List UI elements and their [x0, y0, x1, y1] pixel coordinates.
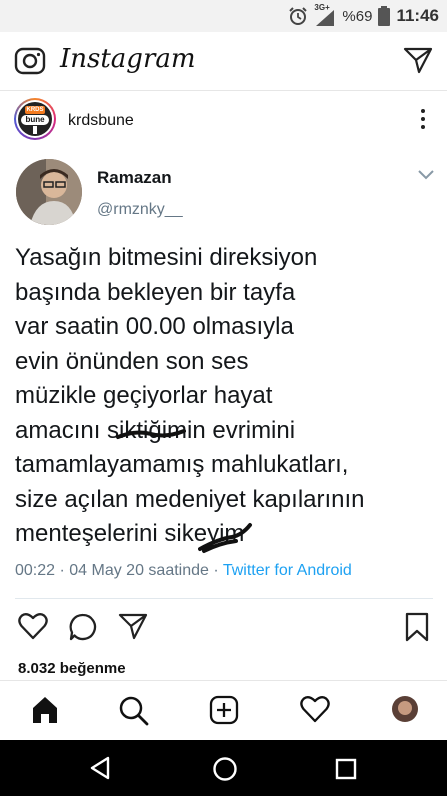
chevron-down-icon — [418, 170, 434, 180]
battery-percent: %69 — [342, 7, 373, 25]
bookmark-icon[interactable] — [404, 612, 430, 642]
account-avatar[interactable]: KRDS bune — [14, 98, 56, 140]
bottom-navigation — [0, 680, 447, 739]
direct-message-icon[interactable] — [403, 46, 433, 74]
home-icon[interactable] — [30, 695, 60, 725]
camera-icon[interactable] — [14, 46, 46, 76]
tweet-divider — [15, 598, 433, 599]
share-icon[interactable] — [118, 612, 148, 640]
post-actions — [0, 612, 447, 652]
add-post-icon[interactable] — [209, 695, 239, 725]
recents-icon[interactable] — [335, 758, 357, 780]
avatar-badge: KRDS — [25, 106, 45, 114]
tweet-author-handle: @rmznky__ — [97, 201, 183, 218]
tweet-line: var saatin 00.00 olmasıyla — [15, 313, 294, 340]
tweet-line: tamamlayamamış mahlukatları, — [15, 451, 349, 478]
tweet-text: Yasağın bitmesini direksiyon başında bek… — [15, 241, 430, 552]
app-logo: Instagram — [60, 44, 196, 74]
tweet-source: Twitter for Android — [222, 562, 352, 579]
avatar-label: bune — [21, 115, 49, 125]
scribble-censor-1 — [116, 429, 186, 439]
scribble-censor-2 — [198, 523, 252, 553]
tweet-line: Yasağın bitmesini direksiyon — [15, 244, 318, 271]
post-header: KRDS bune krdsbune — [0, 91, 447, 149]
activity-heart-icon[interactable] — [300, 695, 330, 723]
tweet-author-avatar — [16, 159, 82, 225]
like-count[interactable]: 8.032 beğenme — [18, 660, 126, 677]
tweet-meta: 00:22 · 04 May 20 saatinde · Twitter for… — [15, 562, 352, 580]
tweet-line: evin önünden son ses — [15, 347, 249, 375]
more-options-icon[interactable] — [421, 109, 425, 133]
battery-icon — [378, 6, 391, 26]
post-image-tweet: Ramazan @rmznky__ Yasağın bitmesini dire… — [0, 149, 447, 597]
account-name[interactable]: krdsbune — [68, 112, 134, 130]
back-icon[interactable] — [89, 756, 111, 780]
tweet-timestamp: 00:22 · 04 May 20 saatinde · — [15, 562, 223, 579]
status-bar: 3G+ %69 11:46 — [0, 0, 447, 32]
tweet-line: başında bekleyen bir tayfa — [15, 278, 296, 306]
tweet-line: size açılan medeniyet kapılarının — [15, 485, 365, 513]
tweet-line: amacını siktiğimin evrimini — [15, 416, 296, 444]
instagram-header: Instagram — [0, 32, 447, 91]
search-icon[interactable] — [118, 695, 150, 727]
heart-icon[interactable] — [18, 612, 48, 640]
signal-icon — [316, 10, 335, 26]
alarm-icon — [289, 7, 308, 25]
clock: 11:46 — [396, 6, 439, 25]
profile-avatar[interactable] — [392, 696, 418, 722]
comment-icon[interactable] — [68, 612, 98, 642]
tweet-author-name: Ramazan — [97, 168, 172, 187]
tweet-line: müzikle geçiyorlar hayat — [15, 382, 273, 409]
home-circle-icon[interactable] — [212, 756, 238, 782]
android-navigation-bar — [0, 740, 447, 796]
